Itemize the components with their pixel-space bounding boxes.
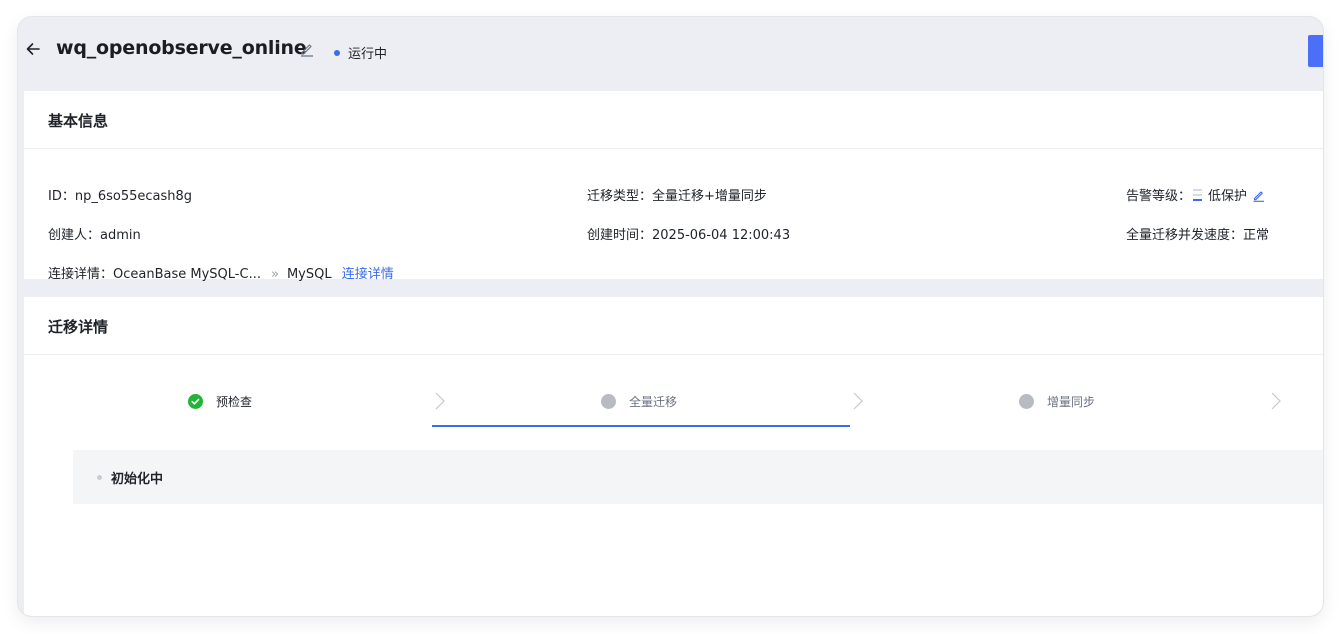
concurrency-field: 全量迁移并发速度：正常 [1126, 228, 1270, 243]
migration-details-card: 迁移详情 预检查 全量迁移 增量同步 初始化中 [24, 297, 1323, 616]
connection-target: MySQL [286, 267, 332, 282]
step-label: 预检查 [216, 395, 253, 409]
progress-bullet-icon [97, 475, 102, 480]
concurrency-value: 正常 [1243, 228, 1270, 243]
edit-name-pencil-icon[interactable] [299, 41, 315, 57]
created-time-field: 创建时间：2025-06-04 12:00:43 [587, 228, 791, 243]
status-badge: 运行中 [334, 43, 387, 62]
migration-type-field: 迁移类型：全量迁移+增量同步 [587, 189, 767, 204]
edit-alert-pencil-icon[interactable] [1252, 189, 1265, 202]
connection-field: 连接详情：OceanBase MySQL-C...» MySQL 连接详情 [48, 267, 394, 282]
migration-details-title: 迁移详情 [48, 318, 109, 336]
app-window: wq_openobserve_online 运行中 基本信息 ID：np_6so… [18, 17, 1323, 616]
step-precheck[interactable]: 预检查 [188, 393, 252, 410]
alert-level-value: 低保护 [1208, 189, 1248, 204]
migration-type-value: 全量迁移+增量同步 [652, 189, 767, 204]
creator-value: admin [100, 228, 141, 243]
page-title: wq_openobserve_online [56, 37, 307, 59]
connection-arrow: » [270, 267, 279, 282]
basic-info-card: 基本信息 ID：np_6so55ecash8g 迁移类型：全量迁移+增量同步 告… [24, 91, 1323, 282]
step-label: 增量同步 [1047, 395, 1096, 409]
signal-bars-icon [1193, 189, 1203, 201]
id-field: ID：np_6so55ecash8g [48, 189, 193, 204]
back-arrow-icon[interactable] [25, 41, 41, 57]
card-divider [24, 354, 1323, 355]
step-label: 全量迁移 [629, 395, 678, 409]
creator-field: 创建人：admin [48, 228, 141, 243]
chevron-right-icon [434, 391, 446, 411]
status-dot-icon [334, 49, 340, 56]
basic-info-title: 基本信息 [48, 112, 109, 130]
alert-level-field: 告警等级： 低保护 [1126, 185, 1265, 204]
check-circle-icon [188, 394, 203, 409]
step-full-migration[interactable]: 全量迁移 [601, 393, 677, 410]
page-header: wq_openobserve_online 运行中 [18, 17, 1323, 91]
pending-circle-icon [601, 394, 616, 409]
chevron-right-icon [852, 391, 864, 411]
created-time-value: 2025-06-04 12:00:43 [652, 228, 791, 243]
side-panel-tab[interactable] [1308, 35, 1323, 67]
progress-status-text: 初始化中 [111, 472, 164, 487]
chevron-right-icon [1270, 391, 1282, 411]
step-incremental-sync[interactable]: 增量同步 [1019, 393, 1095, 410]
step-progress-panel: 初始化中 [73, 450, 1323, 504]
status-text: 运行中 [348, 47, 388, 62]
pending-circle-icon [1019, 394, 1034, 409]
id-value: np_6so55ecash8g [74, 189, 193, 204]
connection-details-link[interactable]: 连接详情 [342, 267, 394, 282]
connection-source: OceanBase MySQL-C... [113, 267, 261, 282]
active-step-underline [432, 425, 850, 427]
card-divider [24, 148, 1323, 149]
